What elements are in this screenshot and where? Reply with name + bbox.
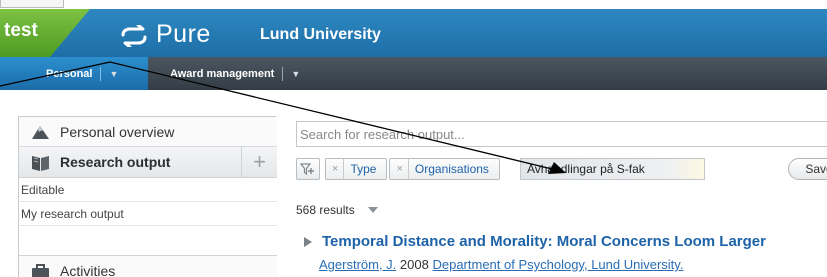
filter-chip-label: Type [350,162,377,176]
book-icon [32,155,49,171]
sidebar-subitem-editable[interactable]: Editable [19,178,277,202]
add-filter-button[interactable] [296,158,320,180]
filter-chip-type[interactable]: × Type [325,158,388,180]
result-title-row: Temporal Distance and Morality: Moral Co… [303,233,827,250]
sidebar-subitem-my-research-output[interactable]: My research output [19,202,277,226]
remove-filter-icon[interactable]: × [326,159,345,179]
sidebar: Personal overview Research output + Edit… [18,116,277,277]
filter-chip-organisations[interactable]: × Organisations [389,158,500,180]
tab-award-management-label: Award management [170,67,275,80]
main-navbar: Personal ▼ Award management ▼ [0,57,827,90]
mountain-icon [32,126,49,139]
tab-personal[interactable]: Personal ▼ [0,57,148,90]
triangle-right-icon[interactable] [303,236,312,247]
add-research-output-button[interactable]: + [241,147,277,177]
result-title-link[interactable]: Temporal Distance and Morality: Moral Co… [322,233,766,250]
department-link[interactable]: Department of Psychology, Lund Universit… [432,257,683,272]
tab-award-management[interactable]: Award management ▼ [170,57,300,90]
sidebar-item-research-output[interactable]: Research output + [19,147,277,178]
sidebar-item-label: Personal overview [60,123,175,140]
saved-filter-name-input[interactable] [520,159,704,179]
list-item: Temporal Distance and Morality: Moral Co… [303,233,827,272]
sidebar-item-label: Research output [60,154,171,170]
result-meta: Agerström, J. 2008 Department of Psychol… [319,257,683,272]
pure-logo-icon [121,25,147,47]
chevron-down-icon[interactable] [367,206,379,214]
organisation-name: Lund University [260,26,381,43]
filter-row: × Type × Organisations Save [296,158,827,180]
search-field-container [296,121,827,147]
environment-label: test [4,20,38,41]
saved-filter-field [519,158,705,180]
author-link[interactable]: Agerström, J. [319,257,396,272]
result-year: 2008 [399,257,429,272]
filter-chip-label: Organisations [414,162,489,176]
app-header: test Pure Lund University [0,9,827,57]
sidebar-item-personal-overview[interactable]: Personal overview [19,117,277,147]
sidebar-item-activities[interactable]: Activities [19,255,277,277]
save-filter-button[interactable]: Save [788,158,827,180]
tab-personal-label: Personal [46,67,93,80]
remove-filter-icon[interactable]: × [390,159,409,179]
filter-add-icon [300,162,314,175]
chevron-down-icon[interactable]: ▼ [100,66,118,81]
sidebar-item-label: Activities [60,262,116,277]
top-tab-stub [0,0,64,8]
search-input[interactable] [297,122,827,146]
chevron-down-icon[interactable]: ▼ [282,66,300,81]
pure-logo-text[interactable]: Pure [156,20,211,49]
briefcase-icon [32,264,49,277]
results-count: 568 results [296,203,355,217]
top-strip [0,0,827,9]
results-summary: 568 results [296,203,379,217]
